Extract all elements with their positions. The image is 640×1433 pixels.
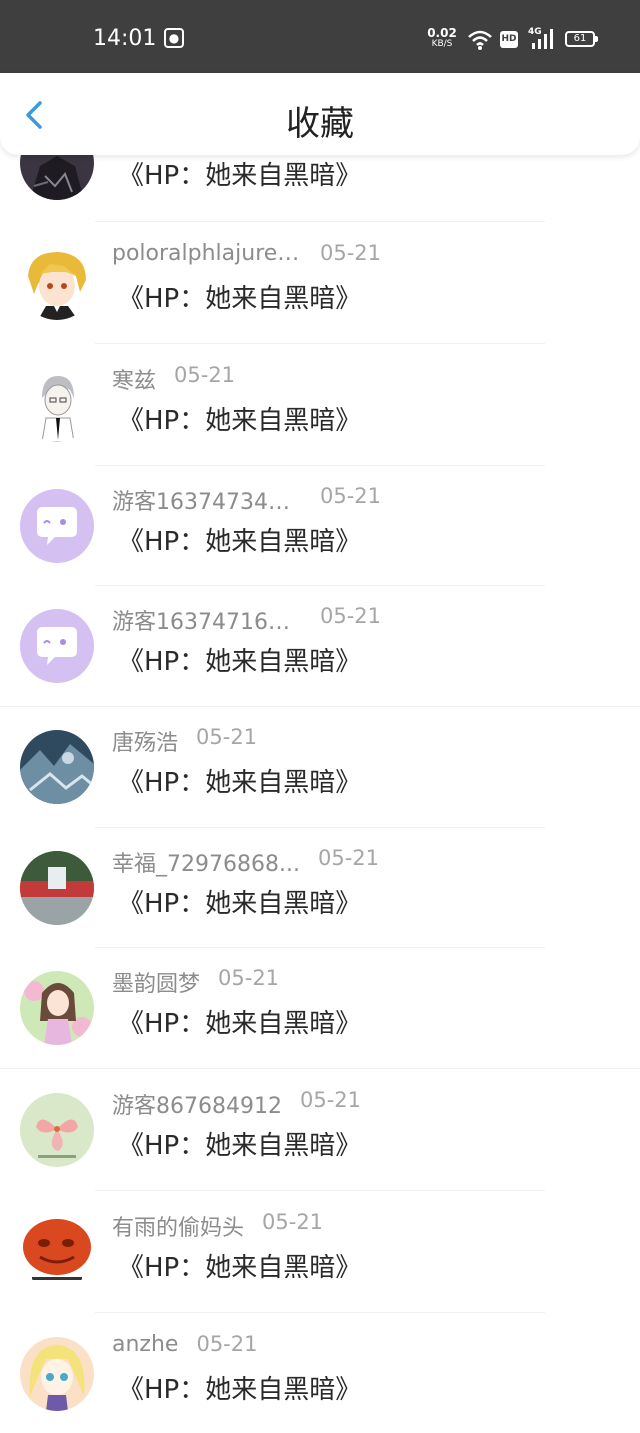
signal-icon [532,29,553,49]
favorites-list[interactable]: 《HP：她来自黑暗》 poloralphlajuren... 05-21 《HP：… [0,0,640,1433]
avatar[interactable] [20,1337,94,1411]
item-title: 《HP：她来自黑暗》 [118,527,362,557]
list-item[interactable]: 寒兹 05-21 《HP：她来自黑暗》 [0,344,640,465]
item-date: 05-21 [174,363,236,387]
item-title: 《HP：她来自黑暗》 [118,768,362,798]
item-date: 05-21 [196,725,258,749]
list-item[interactable]: poloralphlajuren... 05-21 《HP：她来自黑暗》 [0,222,640,343]
avatar[interactable] [20,730,94,804]
item-date: 05-21 [218,966,280,990]
item-title: 《HP：她来自黑暗》 [118,161,362,191]
chat-bubble-icon [37,507,77,545]
item-date: 05-21 [320,241,382,265]
avatar[interactable] [20,368,94,442]
battery-icon: 61 [565,31,598,47]
avatar[interactable] [20,609,94,683]
status-time: 14:01 [93,26,157,51]
list-item[interactable]: 幸福_72976868... 05-21 《HP：她来自黑暗》 [0,827,640,948]
item-title: 《HP：她来自黑暗》 [118,647,362,677]
user-name[interactable]: 游客867684912 [112,1088,282,1120]
status-bar: 14:01 ● 0.02 KB/S HD 4G 61 [0,0,640,73]
net-speed-unit: KB/S [431,39,453,49]
item-date: 05-21 [196,1332,258,1356]
avatar[interactable] [20,1215,94,1289]
user-name[interactable]: poloralphlajuren... [112,241,302,266]
item-title: 《HP：她来自黑暗》 [118,1009,362,1039]
list-item[interactable]: 游客163747345... 05-21 《HP：她来自黑暗》 [0,465,640,586]
list-item[interactable]: 唐殇浩 05-21 《HP：她来自黑暗》 [0,706,640,827]
list-item[interactable]: 游客867684912 05-21 《HP：她来自黑暗》 [0,1069,640,1190]
avatar[interactable] [20,851,94,925]
user-name[interactable]: 唐殇浩 [112,725,178,757]
avatar[interactable] [20,1093,94,1167]
item-date: 05-21 [320,484,382,508]
user-name[interactable]: 游客163747164... [112,604,302,636]
chat-bubble-icon [37,627,77,665]
item-title: 《HP：她来自黑暗》 [118,1131,362,1161]
avatar[interactable] [20,489,94,563]
item-date: 05-21 [262,1210,324,1234]
item-title: 《HP：她来自黑暗》 [118,1253,362,1283]
user-name[interactable]: 有雨的偷妈头 [112,1210,244,1242]
nav-bar: 收藏 [0,73,640,155]
item-title: 《HP：她来自黑暗》 [118,889,362,919]
list-item[interactable]: 游客163747164... 05-21 《HP：她来自黑暗》 [0,585,640,706]
user-name[interactable]: anzhe [112,1332,178,1357]
wifi-icon [468,30,492,50]
item-title: 《HP：她来自黑暗》 [118,284,362,314]
user-name[interactable]: 墨韵圆梦 [112,966,200,998]
paw-icon: ● [164,28,184,48]
avatar[interactable] [20,246,94,320]
list-item[interactable]: anzhe 05-21 《HP：她来自黑暗》 [0,1313,640,1433]
net-speed-value: 0.02 [427,26,457,40]
list-item[interactable]: 墨韵圆梦 05-21 《HP：她来自黑暗》 [0,947,640,1068]
item-title: 《HP：她来自黑暗》 [118,406,362,436]
user-name[interactable]: 寒兹 [112,363,156,395]
hd-icon: HD [500,31,518,48]
item-date: 05-21 [320,604,382,628]
avatar[interactable] [20,971,94,1045]
item-date: 05-21 [317,846,379,870]
list-item[interactable]: 有雨的偷妈头 05-21 《HP：她来自黑暗》 [0,1191,640,1312]
item-date: 05-21 [299,1088,362,1112]
user-name[interactable]: 幸福_72976868... [112,846,300,878]
user-name[interactable]: 游客163747345... [112,484,302,516]
page-title: 收藏 [286,104,354,144]
net-speed: 0.02 KB/S [427,26,457,50]
item-title: 《HP：她来自黑暗》 [118,1375,362,1405]
